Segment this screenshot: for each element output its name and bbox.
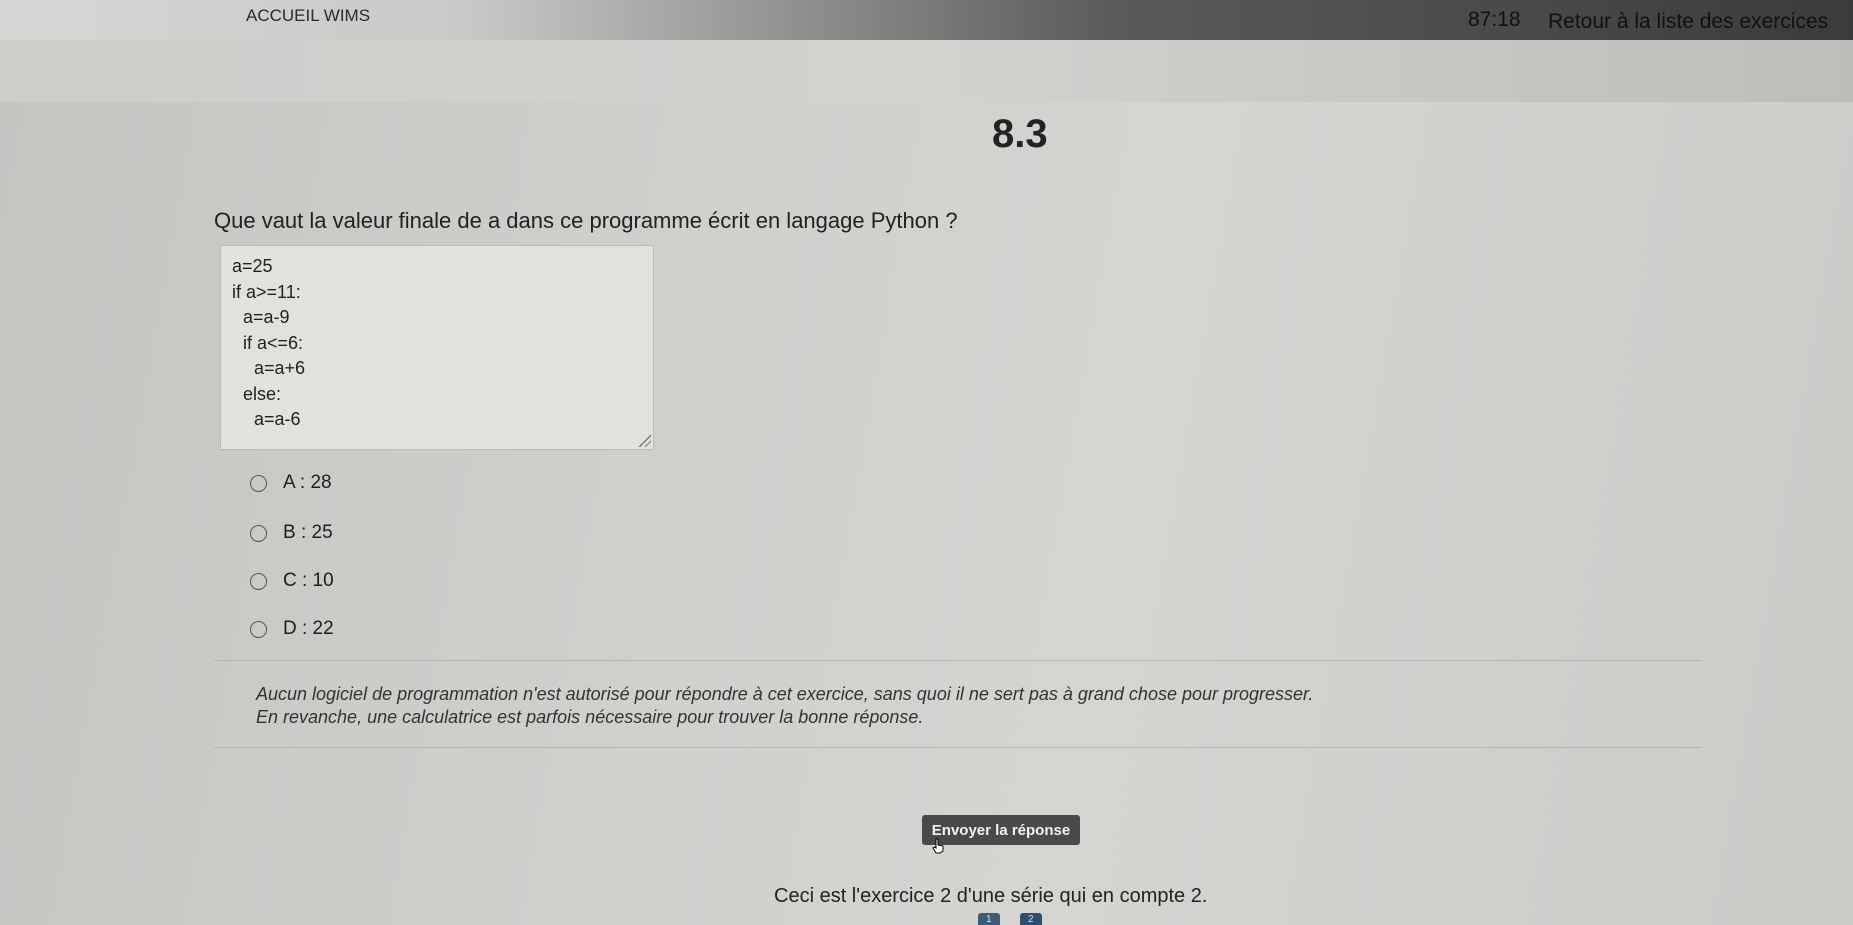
home-link[interactable]: ACCUEIL WIMS <box>246 6 370 26</box>
hand-cursor-icon <box>932 838 944 854</box>
radio-circle-icon[interactable] <box>250 524 267 542</box>
choice-label: A : 28 <box>283 472 332 493</box>
series-info: Ceci est l'exercice 2 d'une série qui en… <box>774 885 1208 907</box>
code-line: else: <box>243 383 282 404</box>
code-line: if a<=6: <box>243 332 304 353</box>
radio-circle-icon[interactable] <box>250 474 267 492</box>
choice-label: B : 25 <box>283 522 333 543</box>
choice-label: D : 22 <box>283 618 334 639</box>
code-line: a=a-9 <box>243 307 290 327</box>
choice-b[interactable]: B : 25 <box>250 521 333 545</box>
choice-a[interactable]: A : 28 <box>250 471 332 495</box>
exercise-title: 8.3 <box>992 112 1048 156</box>
instructions-note: Aucun logiciel de programmation n'est au… <box>214 660 1702 748</box>
question-text: Que vaut la valeur finale de a dans ce p… <box>214 208 958 233</box>
radio-circle-icon[interactable] <box>250 620 267 638</box>
choice-label: C : 10 <box>283 570 334 591</box>
note-line: En revanche, une calculatrice est parfoi… <box>256 707 924 727</box>
note-line: Aucun logiciel de programmation n'est au… <box>256 684 1314 704</box>
submit-answer-button[interactable]: Envoyer la réponse <box>922 815 1080 845</box>
sub-bar <box>0 40 1853 102</box>
code-textarea[interactable]: a=25 if a>=11: a=a-9 if a<=6: a=a+6 else… <box>220 245 654 450</box>
code-line: a=a-6 <box>254 409 301 429</box>
code-line: a=25 <box>232 256 273 276</box>
radio-circle-icon[interactable] <box>250 572 267 590</box>
choice-d[interactable]: D : 22 <box>250 617 334 641</box>
timer: 87:18 <box>1468 8 1521 31</box>
resize-grip-icon[interactable] <box>637 433 651 447</box>
code-line: if a>=11: <box>232 281 301 302</box>
pager-item[interactable]: 2 <box>1020 913 1042 925</box>
top-bar: ACCUEIL WIMS 87:18 Retour à la liste des… <box>0 0 1853 40</box>
code-line: a=a+6 <box>254 358 306 378</box>
pager-item[interactable]: 1 <box>978 913 1000 925</box>
back-to-exercises-link[interactable]: Retour à la liste des exercices <box>1548 10 1828 34</box>
choice-c[interactable]: C : 10 <box>250 569 334 593</box>
